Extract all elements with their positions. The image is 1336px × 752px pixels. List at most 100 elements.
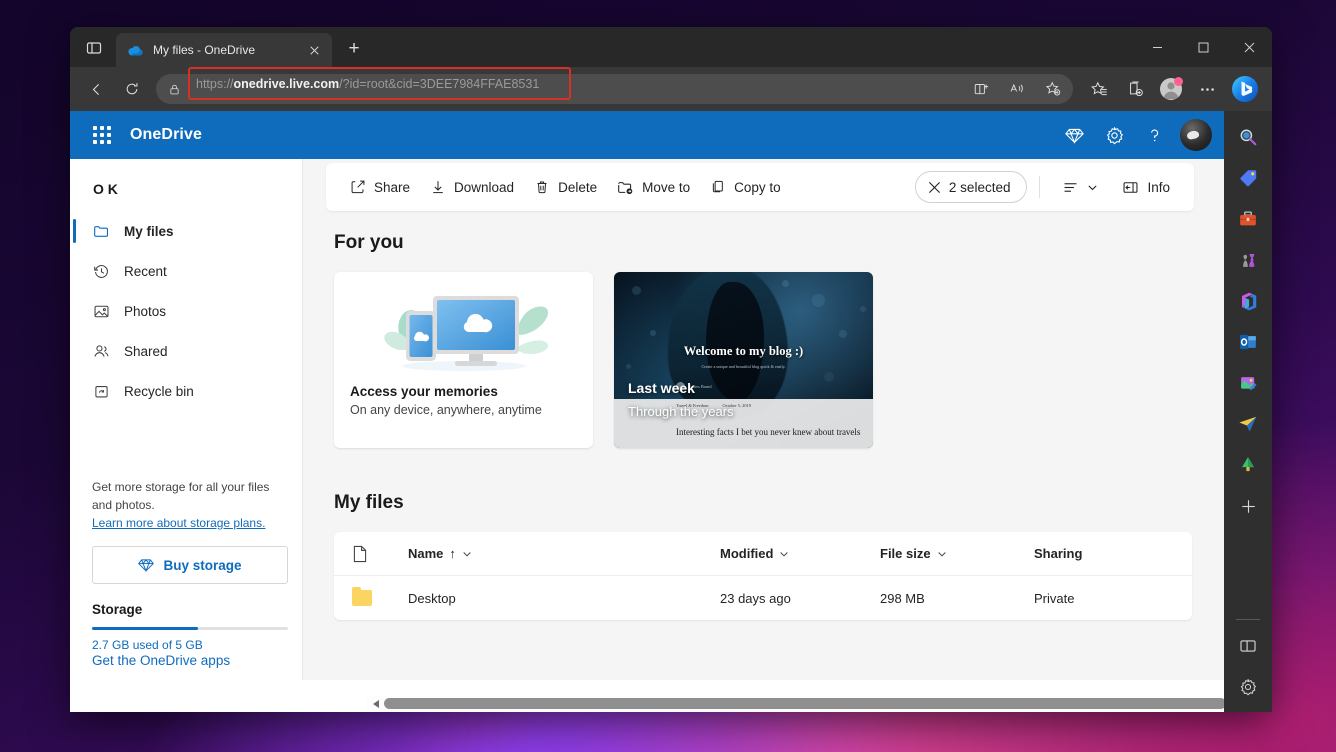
collections-icon[interactable] [1119,73,1151,105]
column-header-name[interactable]: Name ↑ [408,546,720,561]
sidebar-divider [1236,619,1260,620]
info-label: Info [1147,179,1170,195]
add-favorite-icon[interactable] [1037,73,1069,105]
move-to-label: Move to [642,179,691,195]
onedrive-suite-bar: OneDrive [70,111,1224,159]
memory-overlay-title: Last week [628,380,695,396]
sidebar-item-recent[interactable]: Recent [70,251,302,291]
onedrive-body: O K My files Recent Photos Shared Recycl… [70,159,1224,680]
browser-profile-button[interactable] [1155,73,1187,105]
chevron-down-icon [1087,182,1098,193]
selection-count-pill[interactable]: 2 selected [914,171,1028,203]
close-button[interactable] [1226,27,1272,67]
sidebar-item-shared[interactable]: Shared [70,331,302,371]
premium-diamond-icon [138,557,155,573]
edge-sidebar [1224,111,1272,712]
column-label: File size [880,546,931,561]
get-onedrive-apps-link[interactable]: Get the OneDrive apps [92,653,230,668]
delete-button[interactable]: Delete [524,170,607,204]
search-icon[interactable] [1232,121,1264,153]
chevron-down-icon[interactable] [462,549,472,559]
column-header-modified[interactable]: Modified [720,546,880,561]
shopping-tag-icon[interactable] [1232,162,1264,194]
refresh-icon[interactable] [116,73,148,105]
telegram-plane-icon[interactable] [1232,408,1264,440]
column-header-file-size[interactable]: File size [880,546,1034,561]
move-to-button[interactable]: Move to [607,170,700,204]
maximize-button[interactable] [1180,27,1226,67]
back-icon[interactable] [80,73,112,105]
column-header-sharing[interactable]: Sharing [1034,546,1174,561]
buy-storage-button[interactable]: Buy storage [92,546,288,584]
onedrive-cloud-icon [127,42,144,59]
read-aloud-icon[interactable] [1001,73,1033,105]
sidebar-item-recycle-bin[interactable]: Recycle bin [70,371,302,411]
account-avatar[interactable] [1180,119,1212,151]
main-content: Share Download Delete Move to Copy to 2 … [303,159,1224,680]
sidebar-item-label: My files [124,223,174,239]
split-screen-add-icon[interactable] [965,73,997,105]
minimize-button[interactable] [1134,27,1180,67]
sidebar-item-label: Recent [124,263,167,279]
add-sidebar-icon[interactable] [1232,490,1264,522]
share-button[interactable]: Share [340,170,420,204]
settings-gear-icon[interactable] [1094,115,1134,155]
window-controls [1134,27,1272,67]
scroll-left-arrow-icon[interactable] [367,699,384,708]
microsoft-365-icon[interactable] [1232,285,1264,317]
outlook-icon[interactable] [1232,326,1264,358]
help-question-icon[interactable] [1134,115,1174,155]
card-subtitle: On any device, anywhere, anytime [350,403,542,417]
browser-tab[interactable]: My files - OneDrive [116,33,332,67]
memories-card[interactable]: Access your memories On any device, anyw… [334,272,593,448]
card-title: Access your memories [350,384,498,399]
split-screen-icon[interactable] [1232,630,1264,662]
site-permissions-lock-icon[interactable] [160,75,188,103]
clock-history-icon [90,263,112,280]
chevron-down-icon[interactable] [937,549,947,559]
new-tab-button[interactable]: + [339,34,369,64]
column-label: Modified [720,546,774,561]
storage-progress-fill [92,627,198,630]
storage-plans-link[interactable]: Learn more about storage plans. [92,516,265,530]
info-button[interactable]: Info [1112,170,1180,204]
close-icon[interactable] [928,181,941,194]
designer-icon[interactable] [1232,367,1264,399]
url-text: https://onedrive.live.com/?id=root&cid=3… [196,76,540,91]
tree-icon[interactable] [1232,449,1264,481]
premium-diamond-icon[interactable] [1054,115,1094,155]
photo-memory-card[interactable]: Welcome to my blog :) Create a unique an… [614,272,873,448]
user-name: O K [93,181,118,197]
more-options-icon[interactable] [1191,73,1223,105]
sidebar-item-my-files[interactable]: My files [70,211,302,251]
cell-name[interactable]: Desktop [408,591,720,606]
tab-actions-icon[interactable] [76,33,112,63]
delete-label: Delete [558,179,598,195]
chevron-down-icon[interactable] [779,549,789,559]
download-button[interactable]: Download [420,170,524,204]
onedrive-brand-label[interactable]: OneDrive [130,126,202,144]
favorites-icon[interactable] [1083,73,1115,105]
page-viewport: OneDrive Search everything O K My files … [70,111,1224,712]
my-files-heading: My files [334,492,404,513]
copilot-bing-icon[interactable] [1228,72,1262,106]
horizontal-scrollbar[interactable] [367,695,1256,712]
share-icon [350,179,366,195]
trash-icon [534,179,550,195]
tab-strip: My files - OneDrive + [70,27,1272,67]
sidebar-item-photos[interactable]: Photos [70,291,302,331]
app-launcher-waffle-icon[interactable] [82,115,122,155]
omnibox-actions [963,73,1073,105]
tools-briefcase-icon[interactable] [1232,203,1264,235]
cell-file-size: 298 MB [880,590,925,606]
games-icon[interactable] [1232,244,1264,276]
sidebar-settings-icon[interactable] [1232,671,1264,703]
close-icon[interactable] [304,40,324,60]
horizontal-scroll-thumb[interactable] [384,698,1226,709]
view-options-button[interactable] [1052,170,1108,204]
table-row[interactable]: Desktop 23 days ago 298 MB Private [334,576,1192,620]
address-bar[interactable]: https://onedrive.live.com/?id=root&cid=3… [156,67,1073,105]
copy-to-button[interactable]: Copy to [700,170,791,204]
buy-storage-label: Buy storage [163,557,242,573]
copy-to-icon [710,179,726,195]
